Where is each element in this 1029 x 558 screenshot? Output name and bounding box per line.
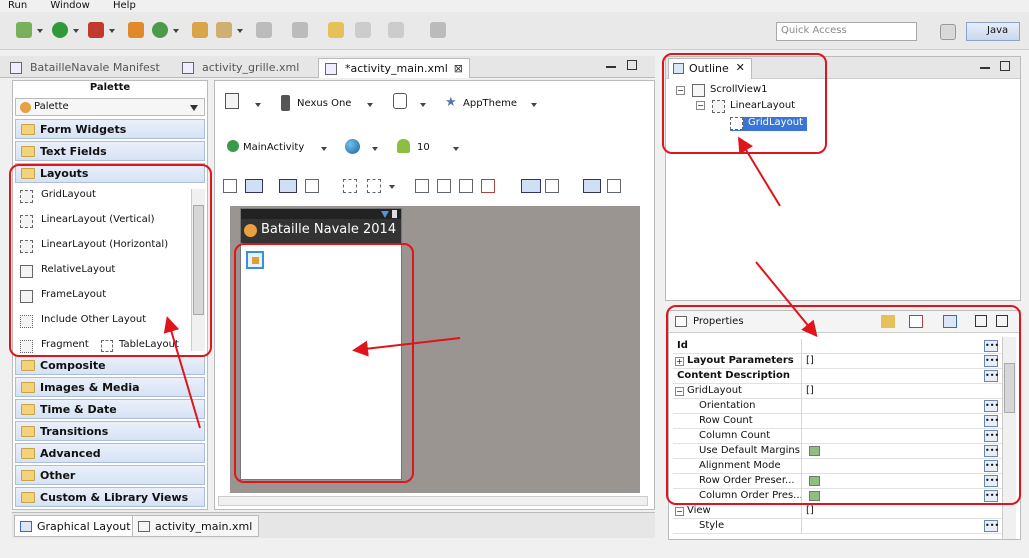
arrow-to-outline bbox=[737, 136, 781, 207]
annotation-arrows bbox=[163, 136, 818, 429]
arrow-to-canvas bbox=[352, 337, 461, 357]
arrow-to-properties bbox=[755, 261, 818, 338]
arrow-palette-to-layout bbox=[163, 316, 201, 429]
